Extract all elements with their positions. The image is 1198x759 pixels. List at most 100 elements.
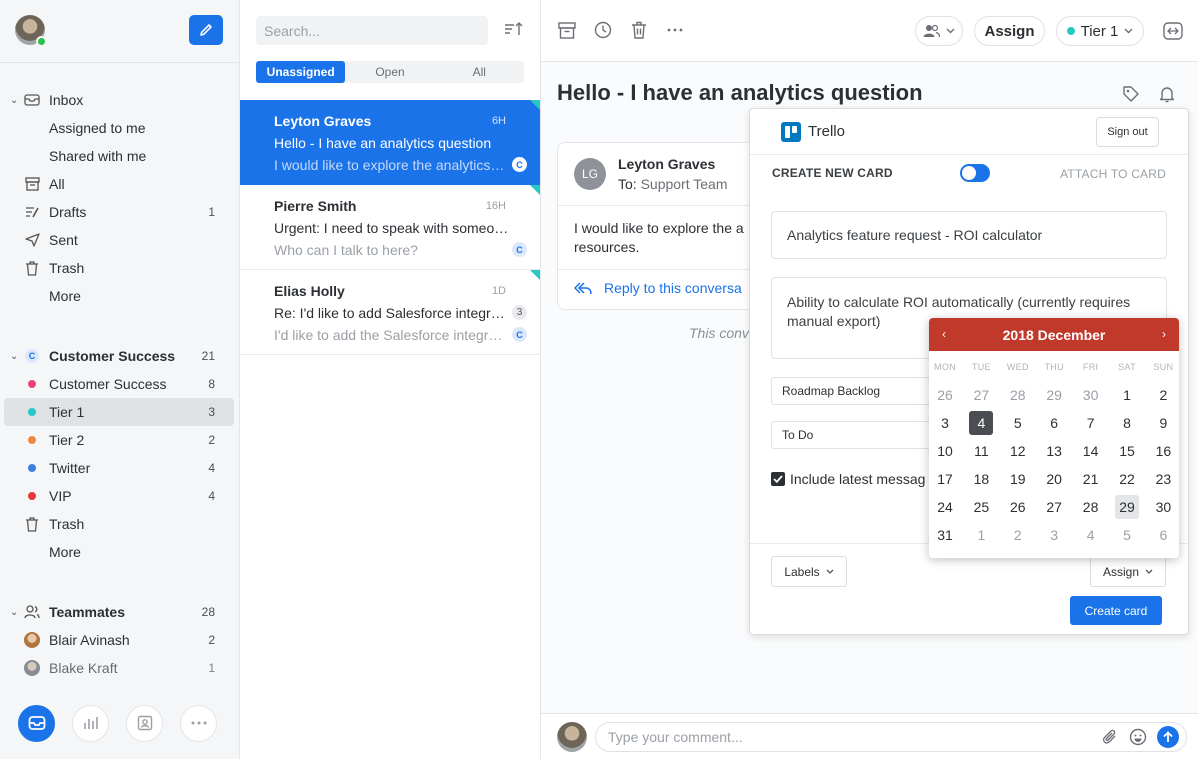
calendar-day[interactable]: 5: [1006, 411, 1030, 435]
conversation-item[interactable]: Leyton Graves 6H Hello - I have an analy…: [240, 100, 540, 185]
sidebar-item-trash[interactable]: Trash: [4, 254, 234, 282]
sidebar-item-teammate[interactable]: Blake Kraft 1: [4, 654, 234, 682]
sidebar-item-all[interactable]: All: [4, 170, 234, 198]
calendar-day[interactable]: 1: [1115, 383, 1139, 407]
nav-contacts-button[interactable]: [126, 704, 163, 742]
chevron-down-icon[interactable]: ⌄: [10, 607, 20, 618]
include-messages-checkbox[interactable]: Include latest messag: [771, 471, 925, 487]
create-card-button[interactable]: Create card: [1070, 596, 1162, 625]
create-card-mode-label[interactable]: CREATE NEW CARD: [772, 166, 893, 180]
user-avatar[interactable]: [15, 15, 47, 47]
sidebar-item-tier-2[interactable]: Tier 2 2: [4, 426, 234, 454]
calendar-day[interactable]: 12: [1006, 439, 1030, 463]
calendar-day[interactable]: 30: [1079, 383, 1103, 407]
calendar-day[interactable]: 6: [1042, 411, 1066, 435]
calendar-day[interactable]: 29: [1042, 383, 1066, 407]
calendar-day[interactable]: 29: [1115, 495, 1139, 519]
compose-button[interactable]: [189, 15, 223, 45]
nav-more-button[interactable]: [180, 704, 217, 742]
calendar-day[interactable]: 25: [969, 495, 993, 519]
calendar-day[interactable]: 26: [1006, 495, 1030, 519]
calendar-day[interactable]: 15: [1115, 439, 1139, 463]
more-icon[interactable]: [665, 20, 685, 40]
calendar-day[interactable]: 27: [969, 383, 993, 407]
tab-all[interactable]: All: [435, 61, 524, 83]
calendar-day[interactable]: 26: [933, 383, 957, 407]
calendar-day[interactable]: 2: [1006, 523, 1030, 547]
tag-icon[interactable]: [1121, 84, 1141, 104]
calendar-day[interactable]: 23: [1151, 467, 1175, 491]
sidebar-item-more[interactable]: More: [4, 282, 234, 310]
calendar-day[interactable]: 2: [1151, 383, 1175, 407]
calendar-day[interactable]: 3: [1042, 523, 1066, 547]
sidebar-item-drafts[interactable]: Drafts 1: [4, 198, 234, 226]
sign-out-button[interactable]: Sign out: [1096, 117, 1159, 147]
sidebar-item-twitter[interactable]: Twitter 4: [4, 454, 234, 482]
attachment-icon[interactable]: [1100, 727, 1120, 747]
emoji-icon[interactable]: [1128, 727, 1148, 747]
next-month-icon[interactable]: ›: [1162, 327, 1166, 341]
conversation-item[interactable]: Elias Holly 1D Re: I'd like to add Sales…: [240, 270, 540, 355]
sidebar-item-team-more[interactable]: More: [4, 538, 234, 566]
sidebar-item-vip[interactable]: VIP 4: [4, 482, 234, 510]
calendar-day[interactable]: 31: [933, 523, 957, 547]
comment-input[interactable]: [595, 722, 1187, 752]
search-input[interactable]: [256, 16, 488, 45]
sidebar-item-sent[interactable]: Sent: [4, 226, 234, 254]
tag-dropdown[interactable]: Tier 1: [1056, 16, 1144, 46]
archive-icon[interactable]: [557, 20, 577, 40]
tab-unassigned[interactable]: Unassigned: [256, 61, 346, 83]
nav-inbox-button[interactable]: [18, 704, 55, 742]
calendar-day[interactable]: 9: [1151, 411, 1175, 435]
trash-icon[interactable]: [629, 20, 649, 40]
sidebar-item-customer-success[interactable]: Customer Success 8: [4, 370, 234, 398]
plugin-panel-icon[interactable]: [1163, 21, 1183, 41]
calendar-day[interactable]: 6: [1151, 523, 1175, 547]
sidebar-teammates[interactable]: ⌄ Teammates 28: [4, 598, 234, 626]
calendar-day[interactable]: 28: [1079, 495, 1103, 519]
calendar-day[interactable]: 14: [1079, 439, 1103, 463]
calendar-day[interactable]: 17: [933, 467, 957, 491]
assign-button[interactable]: Assign: [974, 16, 1045, 46]
conversation-item[interactable]: Pierre Smith 16H Urgent: I need to speak…: [240, 185, 540, 270]
calendar-day[interactable]: 4: [1079, 523, 1103, 547]
chevron-down-icon[interactable]: ⌄: [10, 95, 20, 106]
calendar-day[interactable]: 13: [1042, 439, 1066, 463]
calendar-day[interactable]: 28: [1006, 383, 1030, 407]
sidebar-item-shared[interactable]: Shared with me: [4, 142, 234, 170]
calendar-day[interactable]: 11: [969, 439, 993, 463]
sidebar-item-inbox[interactable]: ⌄ Inbox: [4, 86, 234, 114]
snooze-bell-icon[interactable]: [1157, 84, 1177, 104]
calendar-day[interactable]: 5: [1115, 523, 1139, 547]
sidebar-item-tier-1[interactable]: Tier 1 3: [4, 398, 234, 426]
calendar-day[interactable]: 30: [1151, 495, 1175, 519]
calendar-day[interactable]: 4: [969, 411, 994, 435]
labels-dropdown[interactable]: Labels: [771, 556, 847, 587]
clock-icon[interactable]: [593, 20, 613, 40]
attach-card-mode-label[interactable]: ATTACH TO CARD: [1060, 167, 1166, 181]
calendar-day[interactable]: 20: [1042, 467, 1066, 491]
calendar-day[interactable]: 21: [1079, 467, 1103, 491]
calendar-day[interactable]: 16: [1151, 439, 1175, 463]
calendar-day[interactable]: 3: [933, 411, 957, 435]
sidebar-team-customer-success[interactable]: ⌄ C Customer Success 21: [4, 342, 234, 370]
sort-icon[interactable]: [504, 21, 524, 37]
list-select[interactable]: To Do: [771, 421, 931, 449]
send-button[interactable]: [1157, 726, 1179, 748]
mode-toggle[interactable]: [960, 164, 990, 182]
prev-month-icon[interactable]: ‹: [942, 327, 946, 341]
calendar-day[interactable]: 27: [1042, 495, 1066, 519]
chevron-down-icon[interactable]: ⌄: [10, 351, 20, 362]
card-title-input[interactable]: Analytics feature request - ROI calculat…: [771, 211, 1167, 259]
sidebar-item-teammate[interactable]: Blair Avinash 2: [4, 626, 234, 654]
share-button[interactable]: [915, 16, 963, 46]
assign-dropdown[interactable]: Assign: [1090, 556, 1166, 587]
sidebar-item-assigned[interactable]: Assigned to me: [4, 114, 234, 142]
nav-analytics-button[interactable]: [72, 704, 109, 742]
calendar-day[interactable]: 7: [1079, 411, 1103, 435]
calendar-day[interactable]: 24: [933, 495, 957, 519]
reply-link[interactable]: Reply to this conversa: [574, 280, 742, 296]
calendar-day[interactable]: 8: [1115, 411, 1139, 435]
sidebar-item-team-trash[interactable]: Trash: [4, 510, 234, 538]
calendar-day[interactable]: 10: [933, 439, 957, 463]
